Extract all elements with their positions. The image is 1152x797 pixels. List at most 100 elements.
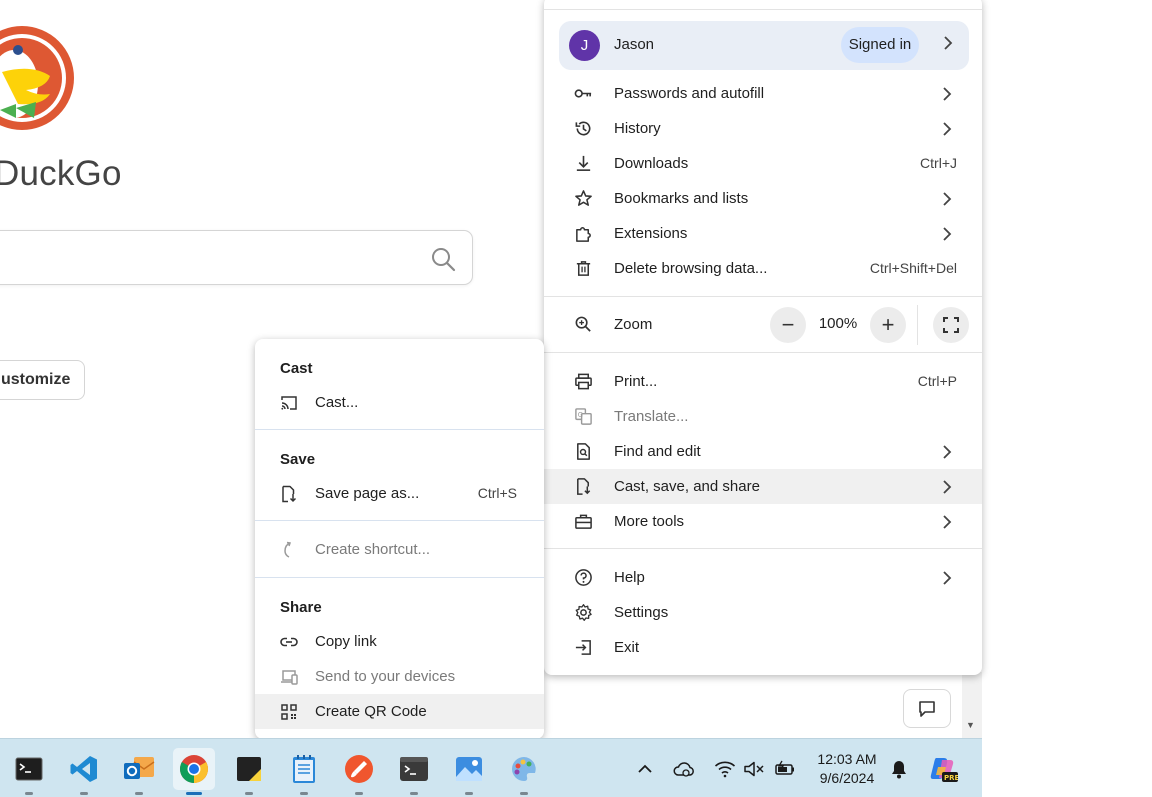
menu-item-downloads[interactable]: Downloads Ctrl+J (544, 146, 982, 181)
cast-button[interactable]: Cast... (255, 385, 544, 420)
menu-item-label: Find and edit (614, 443, 701, 460)
app-running-indicator (465, 792, 473, 795)
menu-item-label: Passwords and autofill (614, 85, 765, 102)
download-icon (576, 155, 591, 171)
taskbar-clock[interactable]: 12:03 AM 9/6/2024 (808, 750, 886, 788)
menu-item-label: Settings (614, 604, 669, 621)
menu-item-print[interactable]: Print... Ctrl+P (544, 364, 982, 399)
devices-icon (281, 670, 298, 685)
share-section-header: Share (280, 599, 322, 616)
send-to-devices-button: Send to your devices (255, 659, 544, 694)
paint-icon (512, 757, 536, 781)
taskbar-sticky-notes[interactable] (228, 748, 270, 795)
send-to-devices-label: Send to your devices (315, 668, 456, 685)
wifi-tray[interactable] (714, 758, 736, 780)
taskbar-notepad[interactable] (283, 748, 325, 795)
taskbar-outlook[interactable] (118, 748, 160, 795)
shortcut-arrow-icon (284, 541, 291, 558)
chevron-right-icon (943, 571, 952, 585)
taskbar-terminal[interactable] (8, 748, 50, 795)
app-running-indicator (410, 792, 418, 795)
shortcut-label: Ctrl+J (920, 155, 957, 171)
menu-item-translate: G Translate... (544, 399, 982, 434)
battery-tray[interactable] (774, 758, 796, 780)
app-running-indicator (355, 792, 363, 795)
app-running-indicator (245, 792, 253, 795)
menu-item-passwords[interactable]: Passwords and autofill (544, 76, 982, 111)
menu-item-settings[interactable]: Settings (544, 595, 982, 630)
chat-bubble-icon (919, 700, 935, 717)
shortcut-label: Ctrl+S (477, 485, 517, 501)
svg-text:G: G (578, 411, 583, 419)
paint-brush-icon (345, 755, 373, 783)
cast-section-header: Cast (280, 360, 313, 377)
signed-in-badge[interactable]: Signed in (841, 27, 919, 63)
profile-row[interactable]: J Jason Signed in (559, 21, 969, 70)
help-icon (575, 569, 592, 586)
chevron-right-icon (943, 480, 952, 494)
fullscreen-button[interactable] (933, 307, 969, 343)
copilot-button[interactable]: PRE (928, 755, 958, 783)
menu-item-more-tools[interactable]: More tools (544, 504, 982, 539)
toolbox-icon (575, 514, 592, 529)
menu-item-bookmarks[interactable]: Bookmarks and lists (544, 181, 982, 216)
search-icon[interactable] (430, 246, 456, 272)
photos-icon (456, 757, 482, 781)
key-icon (574, 89, 592, 98)
taskbar-paint-brush-app[interactable] (338, 748, 380, 795)
menu-item-label: History (614, 120, 661, 137)
chevron-right-icon (943, 192, 952, 206)
link-icon (280, 637, 298, 647)
shortcut-label: Ctrl+Shift+Del (869, 260, 957, 276)
menu-divider (544, 548, 982, 549)
wifi-icon (714, 761, 736, 778)
menu-item-label: Cast, save, and share (614, 478, 760, 495)
taskbar-vscode[interactable] (63, 748, 105, 795)
puzzle-icon (576, 227, 591, 242)
copy-link-button[interactable]: Copy link (255, 624, 544, 659)
clock-time: 12:03 AM (817, 751, 877, 767)
avatar: J (569, 30, 600, 61)
duckduckgo-logo[interactable] (0, 14, 78, 142)
scroll-down-arrow-icon[interactable]: ▼ (966, 720, 975, 730)
history-icon (575, 121, 591, 136)
feedback-button[interactable] (903, 689, 951, 728)
save-page-as-button[interactable]: Save page as... Ctrl+S (255, 476, 544, 511)
submenu-divider (255, 429, 544, 430)
cast-save-share-submenu: Cast Cast... Save Save page as... Ctrl+S… (255, 339, 544, 739)
menu-divider (544, 352, 982, 353)
trash-icon (576, 261, 591, 276)
menu-item-exit[interactable]: Exit (544, 630, 982, 665)
create-qr-code-button[interactable]: Create QR Code (255, 694, 544, 729)
copilot-icon: PRE (930, 758, 958, 782)
menu-item-history[interactable]: History (544, 111, 982, 146)
taskbar-chrome[interactable] (173, 748, 215, 795)
menu-item-cast-save-share[interactable]: Cast, save, and share (544, 469, 982, 504)
show-hidden-icons-button[interactable] (634, 758, 656, 780)
menu-item-help[interactable]: Help (544, 560, 982, 595)
volume-muted-icon (744, 761, 764, 777)
onedrive-sync-tray[interactable] (673, 758, 695, 780)
customize-button[interactable]: ustomize (0, 360, 85, 400)
menu-item-label: More tools (614, 513, 685, 530)
app-running-indicator (186, 792, 202, 795)
taskbar-photos[interactable] (448, 748, 490, 795)
search-input[interactable] (0, 230, 473, 285)
menu-item-label: Exit (614, 639, 640, 656)
zoom-level: 100% (818, 315, 858, 332)
menu-item-delete-browsing-data[interactable]: Delete browsing data... Ctrl+Shift+Del (544, 251, 982, 286)
notifications-button[interactable] (888, 758, 910, 780)
zoom-out-button[interactable]: − (770, 307, 806, 343)
desktop-area (982, 0, 1152, 797)
chevron-right-icon (943, 515, 952, 529)
menu-divider (544, 9, 982, 10)
zoom-in-button[interactable]: + (870, 307, 906, 343)
taskbar-paint[interactable] (503, 748, 545, 795)
volume-tray[interactable] (743, 758, 765, 780)
menu-item-extensions[interactable]: Extensions (544, 216, 982, 251)
menu-item-find-and-edit[interactable]: Find and edit (544, 434, 982, 469)
exit-icon (575, 640, 591, 655)
fullscreen-icon (943, 317, 959, 333)
taskbar-windows-terminal[interactable] (393, 748, 435, 795)
terminal-icon (15, 757, 43, 781)
